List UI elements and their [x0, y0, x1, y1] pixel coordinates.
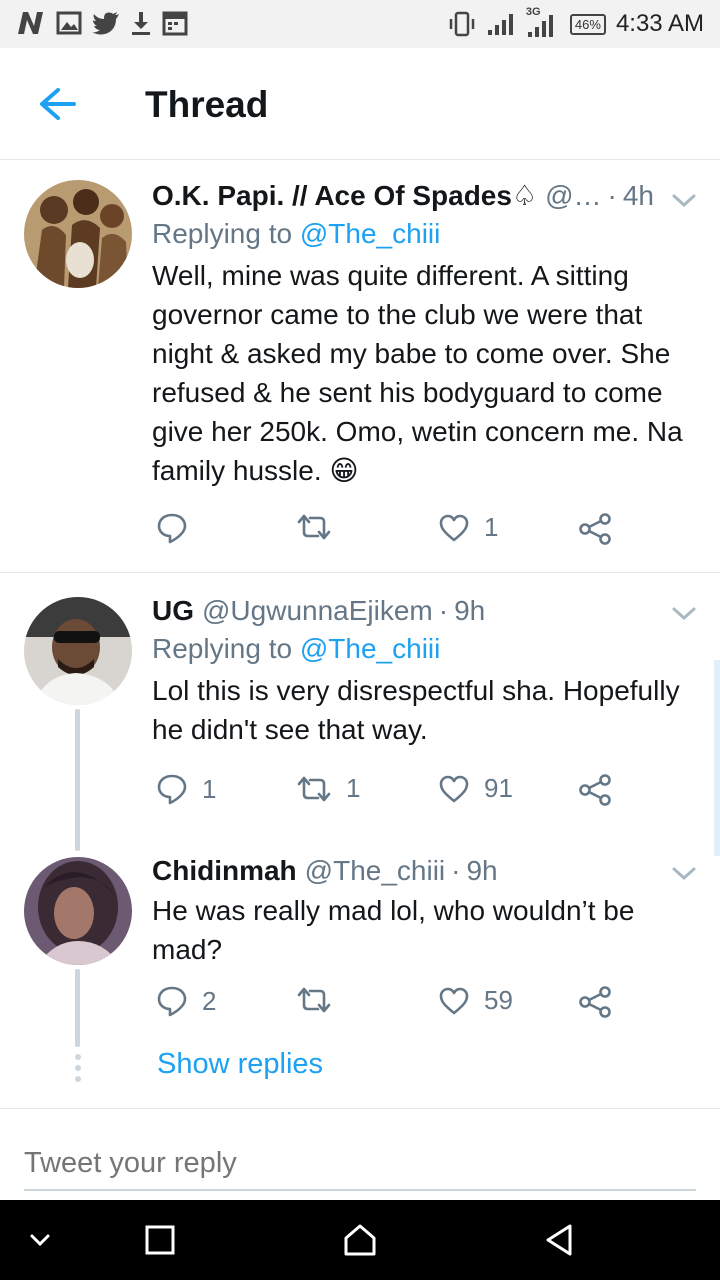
download-icon [132, 12, 150, 35]
image-icon [56, 11, 82, 35]
author-name[interactable]: O.K. Papi. // Ace Of Spades♤ [152, 178, 537, 214]
system-status: 3G 46% 4:33 AM [448, 6, 704, 38]
tweet-header: Chidinmah @The_chiii · 9h [152, 853, 700, 889]
tweet-text: He was really mad lol, who wouldn’t be m… [152, 895, 635, 965]
replying-to-label: Replying to [152, 633, 300, 664]
tweet[interactable]: Chidinmah @The_chiii · 9h He was really … [0, 833, 720, 1047]
home-icon[interactable] [340, 1220, 380, 1260]
tweet-header: UG @UgwunnaEjikem · 9h [152, 593, 700, 629]
page-title: Thread [145, 84, 269, 125]
author-name[interactable]: Chidinmah [152, 853, 297, 889]
tweet-text-content: Well, mine was quite different. A sittin… [152, 260, 683, 486]
mention-link[interactable]: @The_chiii [300, 218, 440, 249]
reply-icon [157, 513, 187, 544]
signal-3g-icon: 3G [526, 6, 560, 38]
back-nav-icon[interactable] [540, 1220, 580, 1260]
like-button[interactable]: 59 [438, 985, 513, 1016]
separator-dot: · [451, 855, 461, 886]
retweet-button[interactable] [296, 985, 346, 1015]
share-icon [579, 513, 611, 545]
tweet-time: 9h [466, 855, 498, 886]
reply-composer [0, 1108, 720, 1200]
share-button[interactable] [578, 773, 612, 807]
calendar-icon [162, 11, 188, 36]
heart-icon [439, 514, 469, 541]
separator-dot: · [438, 595, 449, 626]
chevron-down-icon[interactable] [20, 1220, 60, 1260]
avatar[interactable] [24, 857, 132, 965]
chevron-down-icon[interactable] [670, 190, 698, 210]
heart-icon [439, 987, 469, 1014]
like-count: 91 [484, 773, 513, 803]
reply-button[interactable]: 2 [156, 985, 216, 1017]
like-button[interactable]: 1 [438, 512, 498, 543]
mention-link[interactable]: @The_chiii [300, 633, 440, 664]
separator-dot: · [607, 180, 617, 211]
retweet-button[interactable]: 1 [296, 773, 360, 804]
chevron-down-icon[interactable] [670, 603, 698, 623]
status-bar: 3G 46% 4:33 AM [0, 0, 720, 48]
thread-line [75, 709, 80, 851]
app-n-icon [18, 12, 43, 34]
retweet-icon [297, 514, 331, 540]
tweet-time: 9h [454, 595, 486, 626]
share-icon [579, 986, 611, 1018]
show-replies-link[interactable]: Show replies [157, 1048, 323, 1081]
system-nav-bar [0, 1200, 720, 1280]
avatar[interactable] [24, 180, 132, 288]
tweet-actions: 1 1 91 [152, 773, 632, 813]
tweet[interactable]: O.K. Papi. // Ace Of Spades♤ @… · 4h Rep… [0, 160, 720, 572]
tweet-actions: 2 59 [152, 985, 632, 1025]
reply-button[interactable] [156, 512, 202, 544]
like-count: 59 [484, 985, 513, 1015]
reply-count: 2 [202, 985, 217, 1016]
author-handle[interactable]: @UgwunnaEjikem [202, 593, 433, 629]
tweet-text: Lol this is very disrespectful sha. Hope… [152, 675, 680, 745]
heart-icon [439, 775, 469, 802]
replying-to: Replying to @The_chiii [152, 214, 700, 254]
retweet-button[interactable] [296, 512, 346, 542]
author-handle[interactable]: @… [545, 178, 601, 214]
arrow-left-icon[interactable] [34, 84, 78, 124]
thread-line [75, 969, 80, 1047]
twitter-bird-icon [92, 12, 119, 35]
vibrate-icon [449, 11, 475, 37]
share-icon [579, 774, 611, 806]
replying-to-label: Replying to [152, 218, 300, 249]
clock: 4:33 AM [615, 10, 704, 37]
thread-dots [74, 1054, 82, 1087]
retweet-icon [297, 776, 331, 801]
reply-input[interactable] [24, 1137, 696, 1191]
tweet-actions: 1 [152, 512, 632, 552]
author-handle[interactable]: @The_chiii [305, 853, 445, 889]
tweet[interactable]: UG @UgwunnaEjikem · 9h Replying to @The_… [0, 573, 720, 851]
reply-icon [157, 774, 187, 805]
retweet-count: 1 [346, 773, 361, 803]
reply-icon [157, 986, 187, 1017]
retweet-icon [297, 987, 331, 1013]
scrollbar[interactable] [714, 660, 720, 856]
author-name[interactable]: UG [152, 593, 194, 629]
grin-emoji: 😁 [329, 455, 359, 486]
notification-icons [16, 10, 188, 36]
like-count: 1 [484, 512, 499, 542]
recent-apps-icon[interactable] [140, 1220, 180, 1260]
signal-icon [487, 14, 513, 35]
app-bar: Thread [0, 48, 720, 160]
tweet-text: Well, mine was quite different. A sittin… [152, 256, 700, 490]
like-button[interactable]: 91 [438, 773, 513, 804]
chevron-down-icon[interactable] [670, 863, 698, 883]
avatar[interactable] [24, 597, 132, 705]
share-button[interactable] [578, 512, 612, 546]
tweet-time: 4h [622, 180, 654, 211]
share-button[interactable] [578, 985, 612, 1019]
tweet-header: O.K. Papi. // Ace Of Spades♤ @… · 4h [152, 178, 700, 214]
reply-button[interactable]: 1 [156, 773, 216, 805]
battery-indicator: 46% [569, 13, 606, 35]
replying-to: Replying to @The_chiii [152, 629, 700, 669]
reply-count: 1 [202, 773, 217, 804]
